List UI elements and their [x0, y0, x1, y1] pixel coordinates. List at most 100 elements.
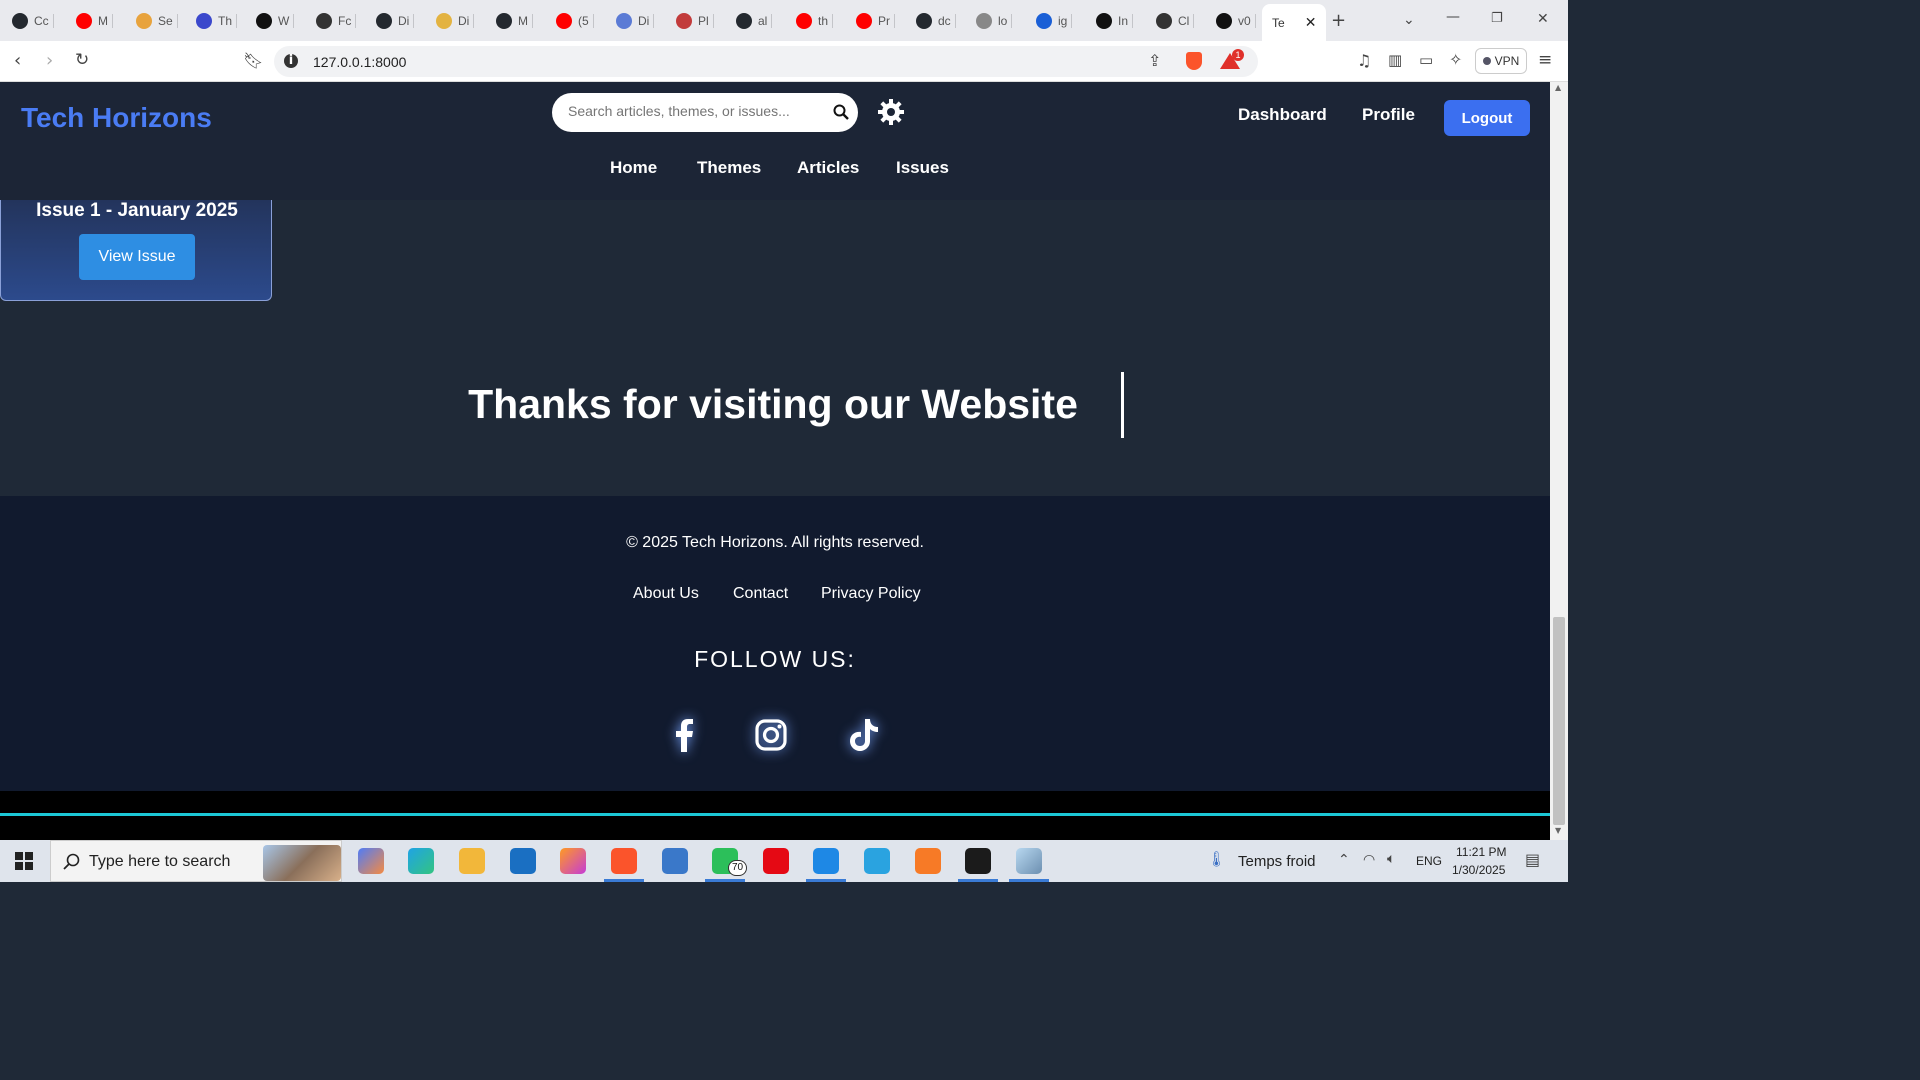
nav-articles[interactable]: Articles: [797, 158, 859, 178]
thanks-heading: Thanks for visiting our Website: [468, 381, 1078, 427]
leo-ai-icon[interactable]: ✧: [1449, 52, 1462, 68]
restore-icon[interactable]: ❐: [1491, 12, 1503, 25]
tab-search-chevron-icon[interactable]: ⌄: [1403, 13, 1415, 27]
browser-tab[interactable]: Di: [436, 8, 475, 34]
nav-home[interactable]: Home: [610, 158, 657, 178]
theme-settings-gear-icon[interactable]: [877, 98, 905, 126]
windows-start-icon[interactable]: [15, 852, 33, 870]
browser-tab[interactable]: th: [796, 8, 834, 34]
browser-tab[interactable]: Fc: [316, 8, 357, 34]
active-tab[interactable]: Te ✕: [1262, 4, 1327, 41]
back-icon[interactable]: ‹: [14, 52, 21, 70]
bookmark-icon[interactable]: 🔖︎: [243, 53, 263, 69]
browser-tab[interactable]: Di: [616, 8, 655, 34]
file-explorer-app-icon[interactable]: [459, 848, 485, 874]
xampp-app-icon[interactable]: [915, 848, 941, 874]
tiktok-icon[interactable]: [845, 717, 881, 753]
terminal-app-icon[interactable]: [965, 848, 991, 874]
share-icon[interactable]: ⇪: [1148, 53, 1161, 69]
browser-tab[interactable]: Th: [196, 8, 238, 34]
photos-app-icon[interactable]: [1016, 848, 1042, 874]
site-logo[interactable]: Tech Horizons: [21, 102, 212, 134]
new-tab-icon[interactable]: +: [1331, 12, 1346, 30]
browser-tab[interactable]: dc: [916, 8, 956, 34]
firefox-app-icon[interactable]: [560, 848, 586, 874]
vscode-app-icon[interactable]: [813, 848, 839, 874]
reload-icon[interactable]: ↻: [75, 52, 89, 69]
browser-tab[interactable]: Pr: [856, 8, 895, 34]
vpn-button[interactable]: VPN: [1475, 48, 1527, 74]
site-info-icon[interactable]: i: [284, 54, 298, 68]
browser-tab[interactable]: Cc: [12, 8, 54, 34]
browser-tab[interactable]: M: [496, 8, 533, 34]
nav-profile[interactable]: Profile: [1362, 105, 1415, 125]
tab-favicon-icon: [676, 13, 692, 29]
outlook-app-icon[interactable]: [510, 848, 536, 874]
scroll-thumb[interactable]: [1553, 617, 1565, 825]
site-search[interactable]: [552, 93, 858, 132]
browser-tab-strip: Cc M Se Th W Fc Di Di M (5 Di Pl al th Pr dc lo ig In Cl v0 …: [0, 0, 1568, 41]
close-tab-icon[interactable]: ✕: [1305, 15, 1317, 31]
address-bar[interactable]: i 127.0.0.1:8000 ⇪ 1: [274, 46, 1258, 77]
language-indicator[interactable]: ENG: [1416, 854, 1442, 868]
url-text[interactable]: 127.0.0.1:8000: [313, 54, 406, 70]
browser-tab[interactable]: lo: [976, 8, 1013, 34]
clock-time[interactable]: 11:21 PM: [1456, 845, 1506, 859]
telegram-app-icon[interactable]: [864, 848, 890, 874]
qbittorrent-app-icon[interactable]: [662, 848, 688, 874]
tab-favicon-icon: [76, 13, 92, 29]
browser-tab[interactable]: v0: [1216, 8, 1256, 34]
tray-chevron-icon[interactable]: ⌃: [1338, 853, 1350, 867]
search-input[interactable]: [568, 103, 818, 119]
tab-separator: [894, 14, 895, 28]
sidebar-icon[interactable]: ▥: [1388, 53, 1402, 68]
instagram-icon[interactable]: [753, 717, 789, 753]
page-scrollbar[interactable]: ▲ ▼: [1550, 82, 1568, 840]
view-issue-button[interactable]: View Issue: [79, 234, 195, 280]
footer-link-about[interactable]: About Us: [633, 585, 699, 603]
taskbar-search-placeholder[interactable]: Type here to search: [89, 853, 230, 871]
browser-tab[interactable]: al: [736, 8, 773, 34]
close-window-icon[interactable]: ✕: [1537, 12, 1549, 26]
nav-themes[interactable]: Themes: [697, 158, 761, 178]
clock-date[interactable]: 1/30/2025: [1452, 863, 1505, 877]
wallet-icon[interactable]: ▭: [1419, 53, 1433, 68]
edge-app-icon[interactable]: [408, 848, 434, 874]
facebook-icon[interactable]: [666, 717, 702, 753]
browser-tab[interactable]: Di: [376, 8, 415, 34]
browser-tab[interactable]: ig: [1036, 8, 1073, 34]
logout-button[interactable]: Logout: [1444, 100, 1530, 136]
footer-link-contact[interactable]: Contact: [733, 585, 788, 603]
weather-text[interactable]: Temps froid: [1238, 853, 1316, 870]
browser-tab[interactable]: Pl: [676, 8, 714, 34]
footer-link-privacy[interactable]: Privacy Policy: [821, 585, 921, 603]
browser-tab[interactable]: Cl: [1156, 8, 1195, 34]
browser-tab[interactable]: W: [256, 8, 295, 34]
tab-label: Fc: [338, 14, 352, 28]
netflix-app-icon[interactable]: [763, 848, 789, 874]
tab-label: lo: [998, 14, 1008, 28]
running-indicator: [958, 879, 998, 882]
browser-tab[interactable]: Se: [136, 8, 178, 34]
notifications-icon[interactable]: ▤: [1525, 852, 1540, 868]
browser-tab[interactable]: In: [1096, 8, 1134, 34]
forward-icon[interactable]: ›: [46, 52, 53, 70]
copilot-app-icon[interactable]: [358, 848, 384, 874]
tab-favicon-icon: [796, 13, 812, 29]
volume-icon[interactable]: 🔈︎: [1387, 852, 1395, 866]
search-icon[interactable]: [833, 104, 849, 120]
taskbar-search[interactable]: Type here to search: [50, 840, 342, 882]
brave-app-icon[interactable]: [611, 848, 637, 874]
menu-icon[interactable]: ≡: [1538, 52, 1552, 69]
browser-tab[interactable]: M: [76, 8, 113, 34]
nav-dashboard[interactable]: Dashboard: [1238, 105, 1327, 125]
nav-issues[interactable]: Issues: [896, 158, 949, 178]
scroll-up-icon[interactable]: ▲: [1555, 84, 1561, 92]
weather-icon[interactable]: 🌡︎: [1207, 852, 1226, 867]
minimize-icon[interactable]: —: [1446, 10, 1460, 24]
music-icon[interactable]: ♫: [1357, 53, 1371, 69]
wifi-icon[interactable]: ◠: [1363, 853, 1375, 867]
browser-tab[interactable]: (5: [556, 8, 594, 34]
scroll-down-icon[interactable]: ▼: [1555, 827, 1561, 835]
brave-shields-icon[interactable]: [1186, 52, 1202, 70]
